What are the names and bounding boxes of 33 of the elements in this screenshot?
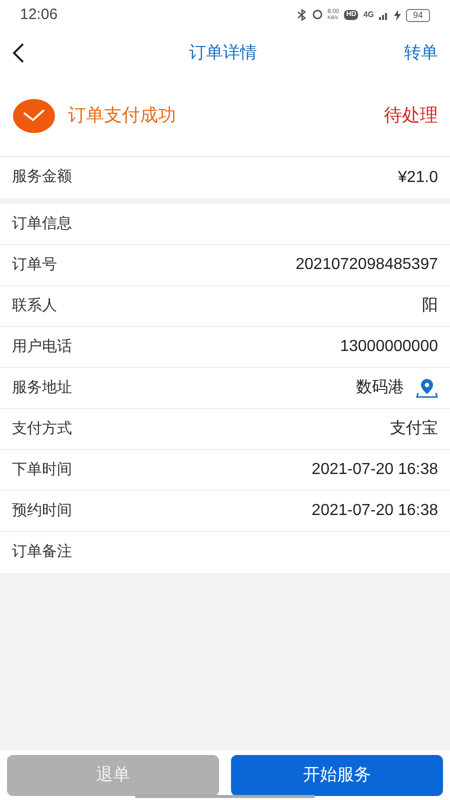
field-value: 2021-07-20 16:38 bbox=[312, 460, 438, 480]
location-icon bbox=[312, 9, 322, 21]
section-heading: 订单备注 bbox=[12, 542, 72, 562]
order-state: 待处理 bbox=[384, 104, 438, 127]
field-label: 支付方式 bbox=[12, 418, 72, 439]
back-icon bbox=[12, 42, 24, 62]
map-pin-icon[interactable] bbox=[416, 378, 438, 398]
page-title: 订单详情 bbox=[189, 42, 257, 64]
transfer-button[interactable]: 转单 bbox=[404, 40, 438, 66]
status-time: 12:06 bbox=[20, 4, 58, 25]
amount-label: 服务金额 bbox=[12, 167, 72, 188]
field-value: 13000000000 bbox=[340, 337, 438, 357]
payment-status: 订单支付成功 bbox=[68, 104, 176, 127]
field-label: 下单时间 bbox=[12, 460, 72, 480]
battery-indicator: 94 bbox=[406, 8, 430, 22]
charging-icon bbox=[394, 10, 401, 20]
signal-icon bbox=[378, 10, 389, 20]
field-label: 联系人 bbox=[12, 296, 57, 316]
field-label: 用户电话 bbox=[12, 336, 72, 357]
check-icon bbox=[12, 98, 56, 134]
field-value: 阳 bbox=[422, 296, 438, 316]
section-heading: 订单信息 bbox=[12, 214, 72, 234]
amount-value: ¥21.0 bbox=[398, 168, 438, 188]
field-label: 预约时间 bbox=[12, 500, 72, 521]
network-type: 4G bbox=[363, 9, 374, 21]
field-value: 支付宝 bbox=[390, 418, 438, 439]
field-label: 服务地址 bbox=[12, 378, 72, 398]
field-value: 2021-07-20 16:38 bbox=[312, 501, 438, 521]
start-service-button[interactable]: 开始服务 bbox=[231, 754, 443, 796]
field-value: 数码港 bbox=[356, 378, 404, 398]
bluetooth-icon bbox=[296, 9, 306, 21]
field-label: 订单号 bbox=[12, 254, 57, 275]
field-value: 2021072098485397 bbox=[296, 255, 438, 275]
